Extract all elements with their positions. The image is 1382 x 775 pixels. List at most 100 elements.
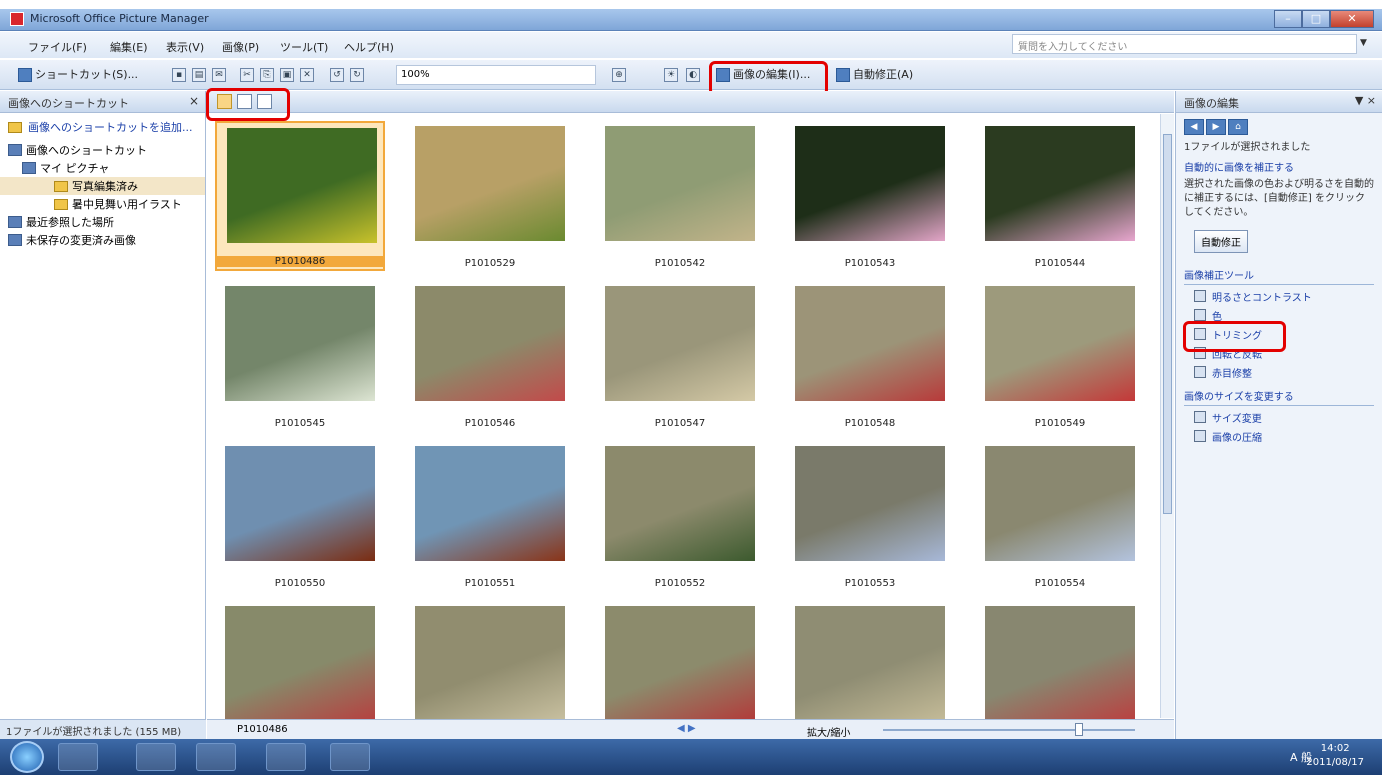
taskbar-app-icon[interactable] — [266, 743, 306, 771]
add-shortcut-link[interactable]: 画像へのショートカットを追加... — [8, 119, 197, 135]
delete-icon[interactable]: ✕ — [300, 68, 314, 82]
menu-view[interactable]: 表示(V) — [166, 39, 204, 55]
tree-item-unsaved-pictures[interactable]: 未保存の変更済み画像 — [0, 231, 205, 249]
menu-help[interactable]: ヘルプ(H) — [344, 39, 394, 55]
thumbnail-image[interactable] — [415, 126, 565, 241]
taskbar-picture-manager-icon[interactable] — [330, 743, 370, 771]
thumbnail-image[interactable] — [795, 286, 945, 401]
maximize-button[interactable]: □ — [1302, 10, 1330, 28]
thumbnail-image[interactable] — [795, 126, 945, 241]
menu-file[interactable]: ファイル(F) — [28, 39, 87, 55]
tool-compress[interactable]: 画像の圧縮 — [1194, 428, 1364, 444]
forward-icon[interactable]: ▶ — [1206, 119, 1226, 135]
tree-label: 画像へのショートカット — [26, 144, 147, 157]
thumbnail-image[interactable] — [415, 446, 565, 561]
shortcut-button[interactable]: ショートカット(S)... — [18, 65, 138, 85]
thumbnail-cell[interactable]: P1010546 — [405, 281, 575, 431]
tree-item-my-pictures[interactable]: マイ ピクチャ — [0, 159, 205, 177]
thumbnail-image[interactable] — [225, 286, 375, 401]
zoom-slider[interactable] — [883, 729, 1135, 731]
navigation-arrows[interactable]: ◀ ▶ — [677, 723, 696, 734]
thumbnail-image[interactable] — [985, 446, 1135, 561]
clock[interactable]: 14:02 2011/08/17 — [1306, 742, 1364, 770]
taskbar-media-icon[interactable] — [196, 743, 236, 771]
tree-item-shortcuts[interactable]: 画像へのショートカット — [0, 141, 205, 159]
thumbnail-image[interactable] — [795, 606, 945, 721]
tool-brightness[interactable]: 明るさとコントラスト — [1194, 288, 1364, 304]
tree-item-edited-photos[interactable]: 写真編集済み — [0, 177, 205, 195]
thumbnail-image[interactable] — [415, 606, 565, 721]
minimize-button[interactable]: – — [1274, 10, 1302, 28]
thumbnail-cell[interactable]: P1010550 — [215, 441, 385, 591]
copy-icon[interactable]: ⎘ — [260, 68, 274, 82]
thumbnail-cell[interactable]: P1010486 — [215, 121, 385, 271]
auto-correct-button[interactable]: 自動修正(A) — [836, 65, 913, 85]
thumbnail-image[interactable] — [415, 286, 565, 401]
thumbnail-cell[interactable]: P1010545 — [215, 281, 385, 431]
thumbnail-image[interactable] — [605, 286, 755, 401]
taskbar-explorer-icon[interactable] — [136, 743, 176, 771]
taskbar-ie-icon[interactable] — [58, 743, 98, 771]
section-correction-tools: 画像補正ツール — [1184, 267, 1374, 285]
thumbnail-cell[interactable]: P1010554 — [975, 441, 1145, 591]
right-pane-title: 画像の編集 — [1184, 97, 1239, 110]
right-pane-controls[interactable]: ▼ × — [1355, 94, 1376, 107]
print-icon[interactable]: ▤ — [192, 68, 206, 82]
thumbnail-image[interactable] — [605, 126, 755, 241]
thumbnail-cell[interactable]: P1010551 — [405, 441, 575, 591]
thumbnail-cell[interactable]: P1010544 — [975, 121, 1145, 271]
tool-resize[interactable]: サイズ変更 — [1194, 409, 1364, 425]
zoom-icon[interactable]: ⊕ — [612, 68, 626, 82]
close-button[interactable]: ✕ — [1330, 10, 1374, 28]
tree-item-summer-illustrations[interactable]: 暑中見舞い用イラスト — [0, 195, 205, 213]
scrollbar-thumb[interactable] — [1163, 134, 1172, 514]
start-button[interactable] — [10, 741, 44, 773]
contrast-icon[interactable]: ◐ — [686, 68, 700, 82]
left-pane-close-icon[interactable]: × — [189, 94, 199, 108]
thumbnail-image[interactable] — [985, 286, 1135, 401]
thumbnail-cell[interactable]: P1010549 — [975, 281, 1145, 431]
thumbnail-cell[interactable]: P1010547 — [595, 281, 765, 431]
thumbnail-cell[interactable]: P1010543 — [785, 121, 955, 271]
thumbnail-image[interactable] — [225, 446, 375, 561]
back-icon[interactable]: ◀ — [1184, 119, 1204, 135]
auto-correct-link[interactable]: 自動的に画像を補正する — [1184, 159, 1374, 174]
thumbnail-image[interactable] — [795, 446, 945, 561]
tree-item-recent-locations[interactable]: 最近参照した場所 — [0, 213, 205, 231]
home-icon[interactable]: ⌂ — [1228, 119, 1248, 135]
thumbnail-label: P1010529 — [464, 258, 516, 269]
thumbnail-image[interactable] — [225, 606, 375, 721]
paste-icon[interactable]: ▣ — [280, 68, 294, 82]
thumbnail-cell[interactable]: P1010529 — [405, 121, 575, 271]
menu-picture[interactable]: 画像(P) — [222, 39, 259, 55]
thumbnail-image[interactable] — [605, 606, 755, 721]
thumbnail-image[interactable] — [605, 446, 755, 561]
zoom-slider-knob[interactable] — [1075, 723, 1083, 736]
help-dropdown-icon[interactable]: ▼ — [1360, 38, 1367, 48]
tree-label: 写真編集済み — [72, 180, 138, 193]
menu-tools[interactable]: ツール(T) — [280, 39, 328, 55]
my-pictures-icon — [22, 162, 36, 174]
thumbnail-cell[interactable]: P1010553 — [785, 441, 955, 591]
vertical-scrollbar[interactable] — [1160, 114, 1174, 718]
tool-red-eye[interactable]: 赤目修整 — [1194, 364, 1364, 380]
zoom-input[interactable]: 100% — [396, 65, 596, 85]
menu-edit[interactable]: 編集(E) — [110, 39, 148, 55]
title-bar: Microsoft Office Picture Manager – □ ✕ — [0, 9, 1382, 31]
help-search-input[interactable]: 質問を入力してください — [1012, 34, 1357, 54]
thumbnail-cell[interactable]: P1010552 — [595, 441, 765, 591]
thumbnail-image[interactable] — [227, 128, 377, 243]
rotate-right-icon[interactable]: ↻ — [350, 68, 364, 82]
thumbnail-image[interactable] — [985, 126, 1135, 241]
save-icon[interactable]: ▪ — [172, 68, 186, 82]
resize-icon — [1194, 411, 1206, 423]
brightness-icon[interactable]: ☀ — [664, 68, 678, 82]
send-icon[interactable]: ✉ — [212, 68, 226, 82]
thumbnail-cell[interactable]: P1010542 — [595, 121, 765, 271]
thumbnail-cell[interactable]: P1010548 — [785, 281, 955, 431]
auto-correct-pane-button[interactable]: 自動修正 — [1194, 230, 1248, 253]
thumbnail-image[interactable] — [985, 606, 1135, 721]
rotate-left-icon[interactable]: ↺ — [330, 68, 344, 82]
compress-icon — [1194, 430, 1206, 442]
cut-icon[interactable]: ✂ — [240, 68, 254, 82]
